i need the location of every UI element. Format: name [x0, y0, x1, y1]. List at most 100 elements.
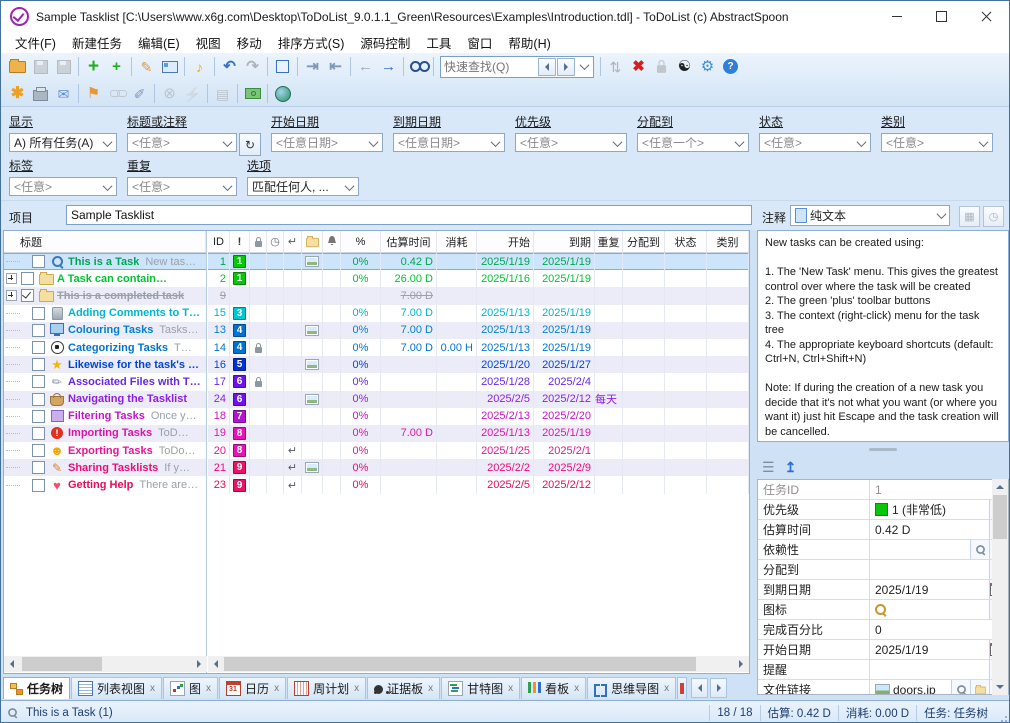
task-row-columns[interactable]: 208↵0%2025/1/252025/2/1 — [208, 442, 749, 459]
column-header-clock[interactable]: ◷ — [267, 231, 284, 252]
quick-find-dropdown[interactable] — [576, 59, 592, 75]
task-row-columns[interactable]: 1340%7.00 D2025/1/132025/1/19 — [208, 322, 749, 339]
refresh-filter-button[interactable]: ↻ — [239, 133, 261, 156]
task-row[interactable]: Navigating the Tasklist — [4, 391, 206, 408]
save-icon[interactable] — [29, 56, 52, 78]
filter-due-date-combo[interactable]: <任意日期> — [393, 133, 505, 152]
filter-start-date-combo[interactable]: <任意日期> — [271, 133, 383, 152]
task-row-columns[interactable]: 210%26.00 D2025/1/162025/1/19 — [208, 270, 749, 287]
quick-find-input[interactable] — [441, 60, 538, 74]
sort-icon[interactable]: ⇅ — [604, 56, 627, 78]
tab-partial[interactable] — [677, 677, 687, 699]
filter-status-combo[interactable]: <任意> — [759, 133, 871, 152]
new-task-icon[interactable]: + — [82, 56, 105, 78]
task-row[interactable]: Adding Comments to T… — [4, 305, 206, 322]
task-row[interactable]: Colouring TasksTasks… — [4, 322, 206, 339]
sort-attributes-icon[interactable]: ↥ — [785, 459, 797, 476]
attribute-value[interactable]: 1 — [870, 480, 1008, 499]
cancel-icon[interactable]: ⊗ — [158, 83, 181, 105]
website-icon[interactable] — [271, 83, 294, 105]
task-checkbox[interactable] — [32, 393, 45, 406]
attribute-value[interactable] — [870, 540, 970, 559]
filter-priority-combo[interactable]: <任意> — [515, 133, 627, 152]
attribute-value[interactable] — [870, 600, 989, 619]
task-row[interactable]: Filtering TasksOnce y… — [4, 408, 206, 425]
tab-gantt[interactable]: 甘特图x — [441, 677, 520, 699]
column-header-repeat[interactable]: 重复 — [595, 231, 623, 252]
minimize-button[interactable] — [874, 1, 919, 32]
task-checkbox[interactable] — [32, 461, 45, 474]
filter-recurrence-combo[interactable]: <任意> — [127, 177, 237, 196]
task-row-columns[interactable]: 1440%7.00 D0.00 H2025/1/132025/1/19 — [208, 339, 749, 356]
comments-tool-button-2[interactable]: ◷ — [983, 206, 1004, 227]
new-tasklist-icon[interactable]: ✱ — [6, 83, 29, 105]
find-tasks-icon[interactable] — [407, 56, 430, 78]
task-row-columns[interactable]: 239↵0%2025/2/52025/2/12 — [208, 476, 749, 493]
tab-chart[interactable]: 图x — [163, 677, 218, 699]
task-row[interactable]: This is a completed task — [4, 287, 206, 304]
tab-close-icon[interactable]: x — [150, 683, 155, 694]
task-row[interactable]: ★Likewise for the task's … — [4, 356, 206, 373]
column-header-assign[interactable]: 分配到 — [623, 231, 665, 252]
column-header-title[interactable]: 标题 — [4, 231, 206, 252]
open-tasklist-icon[interactable] — [6, 56, 29, 78]
comments-tool-button-1[interactable]: ▦ — [959, 206, 980, 227]
menu-item[interactable]: 视图 — [188, 31, 229, 54]
task-checkbox[interactable] — [32, 427, 45, 440]
tab-scroll-left-button[interactable] — [691, 678, 708, 698]
task-row-columns[interactable]: 110%0.42 D2025/1/192025/1/19 — [208, 253, 749, 270]
tab-close-icon[interactable]: x — [508, 683, 513, 694]
column-header-id[interactable]: ID — [208, 231, 230, 252]
task-row[interactable]: !Importing TasksToD… — [4, 425, 206, 442]
panel-splitter[interactable] — [757, 442, 1009, 456]
tab-kanban[interactable]: 看板x — [521, 677, 586, 699]
task-checkbox[interactable] — [32, 375, 45, 388]
filter-options-combo[interactable]: 匹配任何人, ... — [247, 177, 359, 196]
task-row[interactable]: ♥Getting HelpThere are… — [4, 476, 206, 493]
menu-item[interactable]: 帮助(H) — [500, 31, 558, 54]
filter-assigned-to-combo[interactable]: <任意一个> — [637, 133, 749, 152]
task-row-columns[interactable]: 1530%7.00 D2025/1/132025/1/19 — [208, 305, 749, 322]
task-checkbox[interactable] — [21, 272, 34, 285]
column-header-pct[interactable]: % — [341, 231, 381, 252]
previous-task-icon[interactable]: ← — [354, 56, 377, 78]
attribute-value[interactable]: 2025/1/19 — [870, 580, 989, 599]
print-icon[interactable] — [29, 83, 52, 105]
cleanup-icon[interactable]: ✐ — [128, 83, 151, 105]
column-header-pri[interactable]: ! — [230, 231, 250, 252]
link-task-icon[interactable] — [105, 83, 128, 105]
outdent-task-icon[interactable]: ⇤ — [324, 56, 347, 78]
task-checkbox[interactable] — [32, 324, 45, 337]
set-reminder-icon[interactable]: ♪ — [188, 56, 211, 78]
filter-title-or-comment-combo[interactable]: <任意> — [127, 133, 237, 152]
columns-horizontal-scrollbar[interactable] — [208, 656, 749, 672]
task-row-columns[interactable]: 1760%2025/1/282025/2/4 — [208, 373, 749, 390]
send-email-icon[interactable]: ✉ — [52, 83, 75, 105]
tab-close-icon[interactable]: x — [206, 683, 211, 694]
expand-icon[interactable] — [6, 290, 17, 301]
task-row-columns[interactable]: 97.00 D — [208, 287, 749, 304]
attribute-value[interactable]: doors.jp — [870, 680, 951, 695]
expand-icon[interactable] — [6, 273, 17, 284]
task-row[interactable]: A Task can contain… — [4, 270, 206, 287]
help-icon[interactable] — [719, 56, 742, 78]
task-checkbox[interactable] — [32, 410, 45, 423]
task-row-columns[interactable]: 1980%7.00 D2025/1/132025/1/19 — [208, 425, 749, 442]
new-subtask-icon[interactable]: + — [105, 56, 128, 78]
tab-close-icon[interactable]: x — [664, 683, 669, 694]
task-checkbox[interactable] — [21, 289, 34, 302]
menu-item[interactable]: 移动 — [229, 31, 270, 54]
column-header-cat[interactable]: 类别 — [707, 231, 749, 252]
attribute-value[interactable]: 0 — [870, 620, 1008, 639]
tree-horizontal-scrollbar[interactable] — [4, 656, 207, 672]
attributes-scrollbar[interactable] — [992, 479, 1008, 695]
donate-icon[interactable] — [241, 83, 264, 105]
tab-close-icon[interactable]: x — [354, 683, 359, 694]
task-row-columns[interactable]: 219↵0%2025/2/22025/2/9 — [208, 459, 749, 476]
task-checkbox[interactable] — [32, 479, 45, 492]
task-checkbox[interactable] — [32, 307, 45, 320]
template-icon[interactable]: ▤ — [211, 83, 234, 105]
tab-close-icon[interactable]: x — [574, 683, 579, 694]
maximize-view-icon[interactable] — [271, 56, 294, 78]
column-header-recur[interactable]: ↵ — [284, 231, 302, 252]
